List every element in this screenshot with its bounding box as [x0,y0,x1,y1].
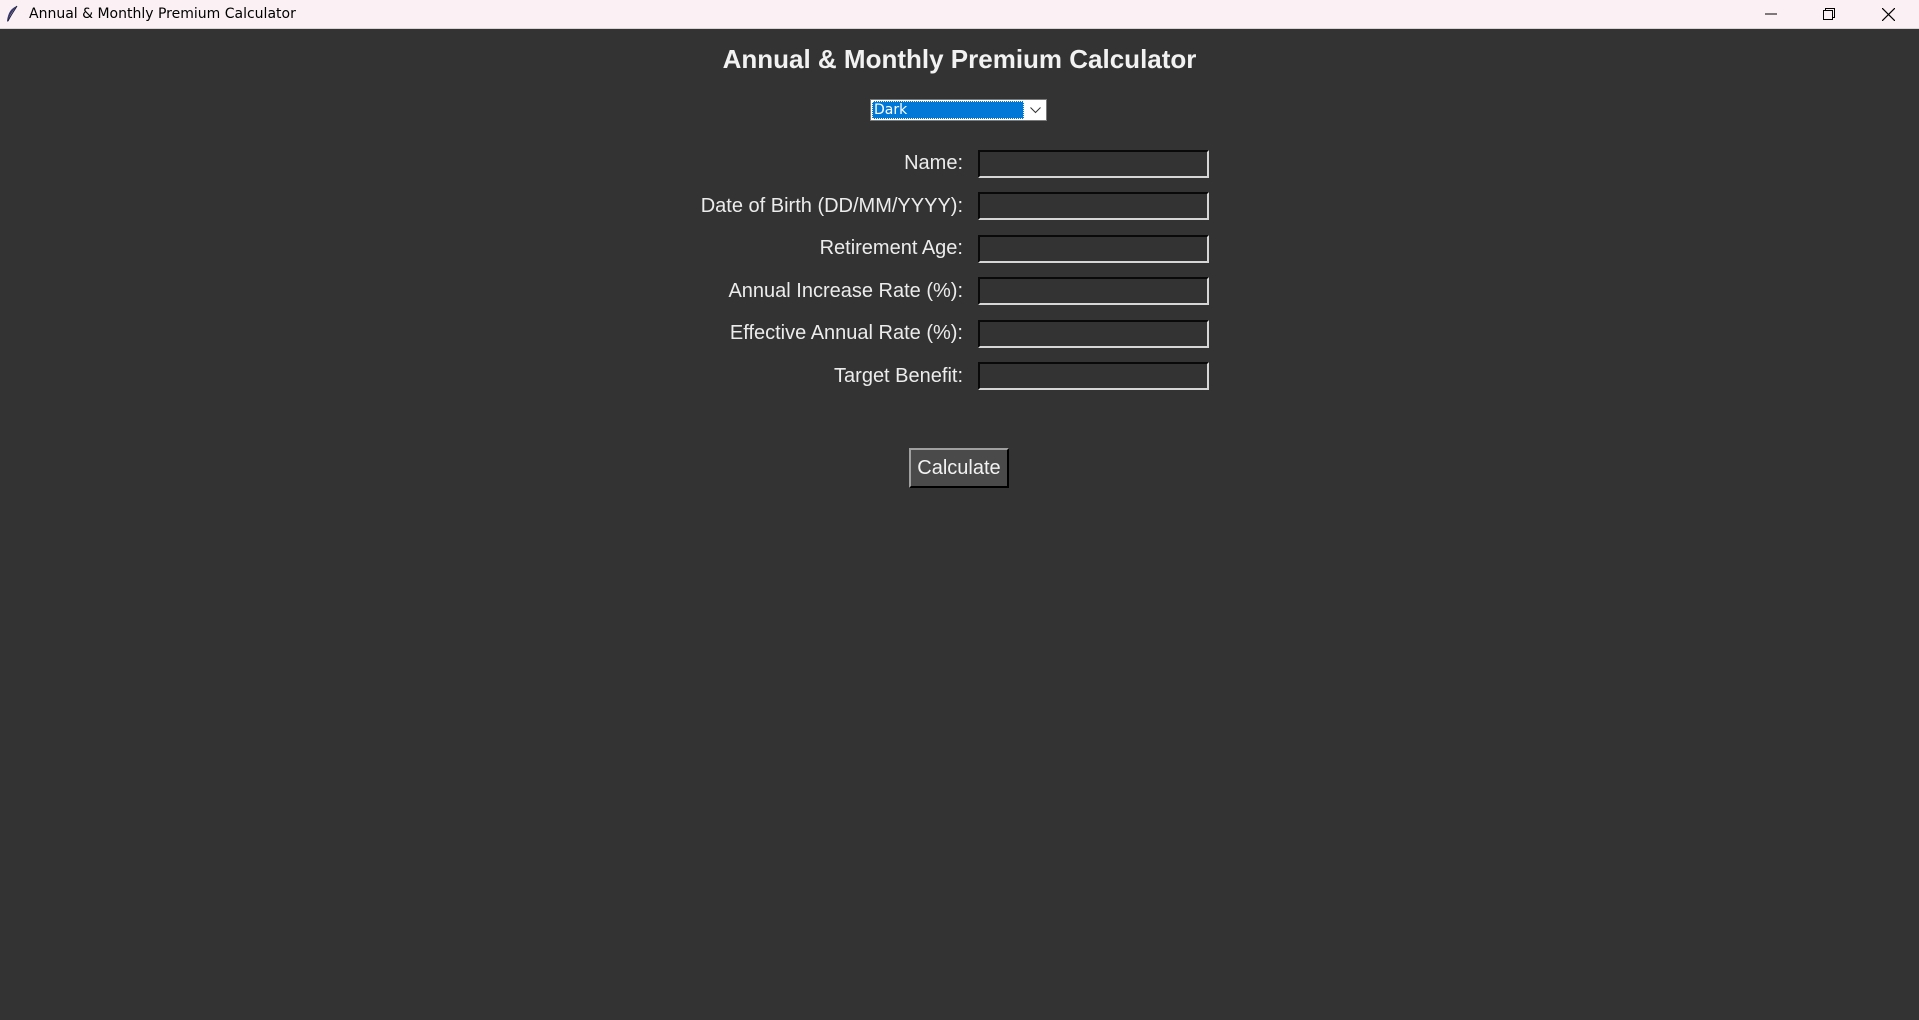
dob-field[interactable] [978,192,1209,220]
close-icon [1881,7,1895,21]
minimize-icon [1765,8,1777,20]
theme-select-dropdown-button[interactable] [1025,100,1046,120]
dob-label: Date of Birth (DD/MM/YYYY): [700,195,963,217]
feather-icon [5,5,19,23]
main-content: Annual & Monthly Premium Calculator Dark… [0,29,1919,1020]
name-field[interactable] [978,150,1209,178]
retirement-age-field[interactable] [978,235,1209,263]
retirement-age-label: Retirement Age: [819,237,963,259]
theme-select[interactable]: Dark [870,99,1047,121]
restore-button[interactable] [1800,0,1858,28]
page-title: Annual & Monthly Premium Calculator [722,44,1197,74]
target-benefit-label: Target Benefit: [834,365,963,387]
window-title: Annual & Monthly Premium Calculator [29,6,296,22]
name-label: Name: [904,152,963,174]
close-button[interactable] [1859,0,1917,28]
annual-increase-rate-field[interactable] [978,277,1209,305]
effective-annual-rate-field[interactable] [978,320,1209,348]
minimize-button[interactable] [1742,0,1800,28]
window-titlebar: Annual & Monthly Premium Calculator [0,0,1919,29]
target-benefit-field[interactable] [978,362,1209,390]
calculate-button[interactable]: Calculate [909,448,1009,488]
theme-select-value: Dark [872,101,1024,119]
annual-increase-rate-label: Annual Increase Rate (%): [728,280,963,302]
restore-icon [1823,8,1835,20]
effective-annual-rate-label: Effective Annual Rate (%): [729,322,963,344]
chevron-down-icon [1030,101,1041,119]
